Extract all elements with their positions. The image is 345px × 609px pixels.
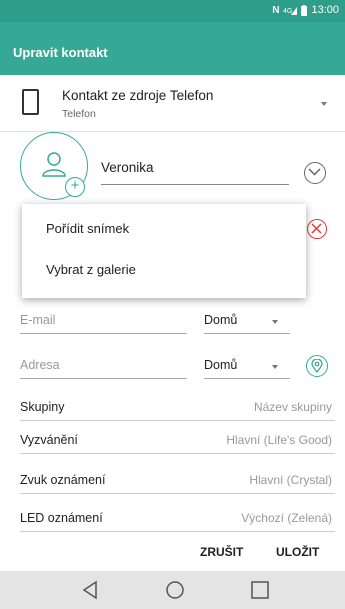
groups-label: Skupiny xyxy=(20,400,65,414)
led-notification-row[interactable]: LED oznámení Výchozí (Zelená) xyxy=(0,507,345,535)
dropdown-arrow-icon xyxy=(321,102,327,106)
account-selector[interactable]: Kontakt ze zdroje Telefon Telefon xyxy=(0,75,345,131)
action-bar: ZRUŠIT ULOŽIT xyxy=(0,537,345,567)
app-bar: Upravit kontakt xyxy=(0,22,345,75)
photo-options-menu: Pořídit snímek Vybrat z galerie xyxy=(22,204,306,298)
status-bar: N 4G 13:00 xyxy=(0,0,345,22)
notification-sound-underline xyxy=(20,493,335,494)
chevron-down-icon xyxy=(272,365,278,369)
status-time: 13:00 xyxy=(311,4,339,16)
location-pin-icon[interactable] xyxy=(306,355,328,377)
svg-text:4G: 4G xyxy=(283,8,292,15)
add-photo-icon: + xyxy=(65,177,85,197)
email-type-underline xyxy=(204,333,290,334)
account-sub-label: Telefon xyxy=(62,108,96,120)
notification-sound-label: Zvuk oznámení xyxy=(20,473,106,487)
nfc-icon: N xyxy=(272,4,280,16)
led-notification-label: LED oznámení xyxy=(20,511,103,525)
name-input[interactable]: Veronika xyxy=(101,160,289,185)
email-type-select[interactable]: Domů xyxy=(204,313,237,327)
ringtone-label: Vyzvánění xyxy=(20,433,78,447)
address-input[interactable]: Adresa xyxy=(20,358,187,372)
ringtone-row[interactable]: Vyzvánění Hlavní (Life's Good) xyxy=(0,429,345,457)
groups-row[interactable]: Skupiny Název skupiny xyxy=(0,396,345,424)
chevron-down-icon xyxy=(272,320,278,324)
expand-name-icon[interactable] xyxy=(304,162,326,184)
ringtone-value: Hlavní (Life's Good) xyxy=(226,433,332,447)
back-icon[interactable] xyxy=(78,579,102,601)
led-notification-underline xyxy=(20,531,335,532)
page-title: Upravit kontakt xyxy=(13,45,108,60)
remove-field-icon[interactable] xyxy=(307,219,327,239)
address-type-select[interactable]: Domů xyxy=(204,358,237,372)
ringtone-underline xyxy=(20,453,335,454)
notification-sound-row[interactable]: Zvuk oznámení Hlavní (Crystal) xyxy=(0,469,345,497)
contact-photo-button[interactable]: + xyxy=(20,132,88,200)
groups-value: Název skupiny xyxy=(253,400,332,414)
address-underline xyxy=(20,378,187,379)
phone-icon xyxy=(22,89,39,115)
led-notification-value: Výchozí (Zelená) xyxy=(241,511,332,525)
menu-item-take-photo[interactable]: Pořídit snímek xyxy=(46,221,129,236)
recent-apps-icon[interactable] xyxy=(248,579,272,601)
save-button[interactable]: ULOŽIT xyxy=(276,545,319,559)
notification-sound-value: Hlavní (Crystal) xyxy=(249,473,332,487)
home-icon[interactable] xyxy=(163,579,187,601)
groups-underline xyxy=(20,420,335,421)
signal-icon: 4G xyxy=(283,7,298,15)
navigation-bar xyxy=(0,571,345,609)
person-icon xyxy=(42,152,66,177)
cancel-button[interactable]: ZRUŠIT xyxy=(200,545,243,559)
menu-item-choose-from-gallery[interactable]: Vybrat z galerie xyxy=(46,262,136,277)
account-label: Kontakt ze zdroje Telefon xyxy=(62,88,214,103)
address-type-underline xyxy=(204,378,290,379)
email-underline xyxy=(20,333,187,334)
battery-icon xyxy=(301,4,308,16)
email-input[interactable]: E-mail xyxy=(20,313,187,327)
